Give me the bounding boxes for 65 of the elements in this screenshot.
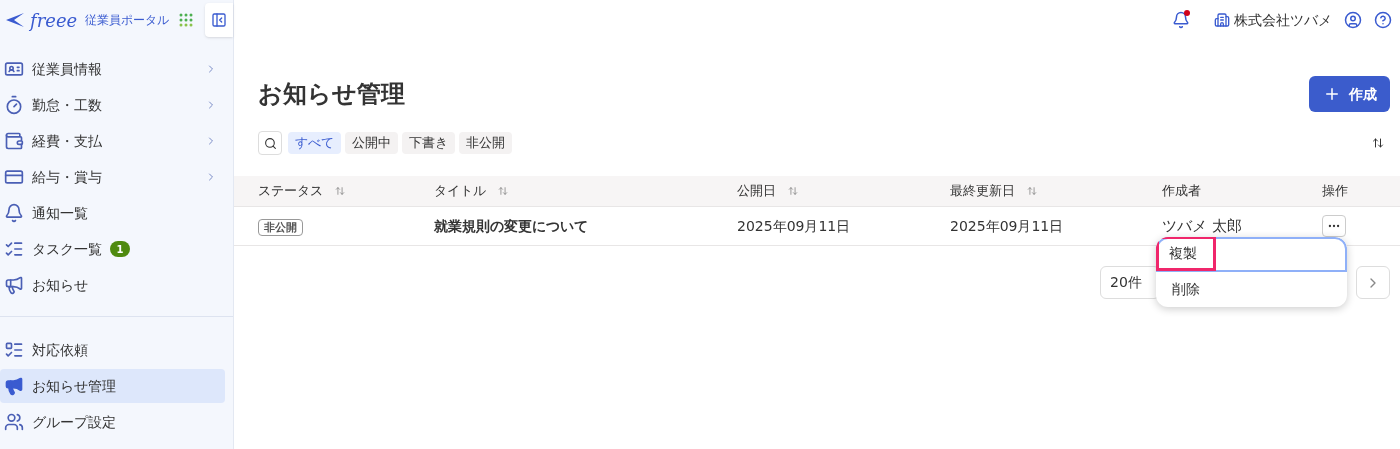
bell-icon	[4, 203, 24, 223]
sidebar-item-label: 従業員情報	[32, 59, 102, 79]
group-icon	[4, 412, 24, 432]
checklist-icon	[4, 239, 24, 259]
sidebar-item[interactable]: タスク一覧 1	[0, 232, 225, 266]
filter-chip[interactable]: 非公開	[459, 132, 512, 154]
collapse-sidebar-button[interactable]	[205, 3, 233, 37]
sidebar-item-label: お知らせ	[32, 275, 88, 295]
sidebar-item[interactable]: 従業員情報	[0, 52, 225, 86]
table-cell: 2025年09月11日	[737, 217, 851, 234]
column-header: 操作	[1322, 182, 1348, 201]
menu-item[interactable]: 複製	[1156, 237, 1347, 272]
column-header: 最終更新日	[950, 182, 1015, 201]
filter-chip[interactable]: 下書き	[402, 132, 455, 154]
credit-card-icon	[4, 167, 24, 187]
company-name[interactable]: 株式会社ツバメ	[1234, 9, 1332, 31]
sidebar-item-label: タスク一覧	[32, 239, 102, 259]
more-actions-button[interactable]	[1322, 215, 1346, 237]
bell-icon	[1172, 11, 1190, 29]
sidebar-item-label: 対応依頼	[32, 340, 88, 360]
building-icon	[1214, 12, 1230, 28]
logo-text: freee	[30, 8, 78, 33]
sidebar-item[interactable]: 経費・支払	[0, 124, 225, 158]
sidebar-item[interactable]: お知らせ管理	[0, 369, 225, 403]
create-button[interactable]: 作成	[1309, 76, 1390, 112]
account-icon[interactable]	[1344, 11, 1362, 29]
search-button[interactable]	[258, 131, 282, 155]
highlighted-label: 複製	[1156, 237, 1216, 271]
table-cell[interactable]: 就業規則の変更について	[434, 217, 588, 234]
sidebar-item-label: グループ設定	[32, 412, 116, 432]
status-badge: 非公開	[258, 218, 303, 236]
collapse-icon	[211, 12, 227, 28]
product-name: 従業員ポータル	[85, 12, 170, 29]
sidebar-item[interactable]: お知らせ	[0, 268, 225, 302]
table-cell: 2025年09月11日	[950, 217, 1064, 234]
wallet-icon	[4, 131, 24, 151]
id-card-icon	[4, 59, 24, 79]
column-header: ステータス	[258, 182, 323, 201]
sort-icon[interactable]	[1372, 137, 1384, 149]
checklist-icon	[4, 340, 24, 360]
page-title: お知らせ管理	[258, 79, 405, 110]
sidebar-item-label: お知らせ管理	[32, 376, 116, 396]
apps-grid-icon[interactable]	[179, 13, 193, 27]
sidebar-item-label: 経費・支払	[32, 131, 102, 151]
sidebar-item-label: 勤怠・工数	[32, 95, 102, 115]
sidebar-item[interactable]: 通知一覧	[0, 196, 225, 230]
megaphone-icon	[4, 376, 24, 396]
megaphone-icon	[4, 275, 24, 295]
sidebar-item[interactable]: 対応依頼	[0, 333, 225, 367]
help-icon[interactable]	[1374, 11, 1392, 29]
count-badge: 1	[110, 241, 130, 257]
timer-icon	[4, 95, 24, 115]
sidebar-item[interactable]: 給与・賞与	[0, 160, 225, 194]
filter-chip[interactable]: 公開中	[345, 132, 398, 154]
column-header: 作成者	[1162, 182, 1201, 201]
sidebar-item[interactable]: グループ設定	[0, 405, 225, 439]
notification-button[interactable]	[1172, 11, 1190, 29]
sidebar-item-label: 給与・賞与	[32, 167, 102, 187]
column-header: 公開日	[737, 182, 776, 201]
sidebar-item[interactable]: 勤怠・工数	[0, 88, 225, 122]
filter-chip[interactable]: すべて	[288, 132, 341, 154]
sidebar-item-label: 通知一覧	[32, 203, 88, 223]
search-icon	[263, 136, 277, 150]
table-cell: ツバメ 太郎	[1162, 216, 1242, 235]
column-header: タイトル	[434, 182, 486, 201]
